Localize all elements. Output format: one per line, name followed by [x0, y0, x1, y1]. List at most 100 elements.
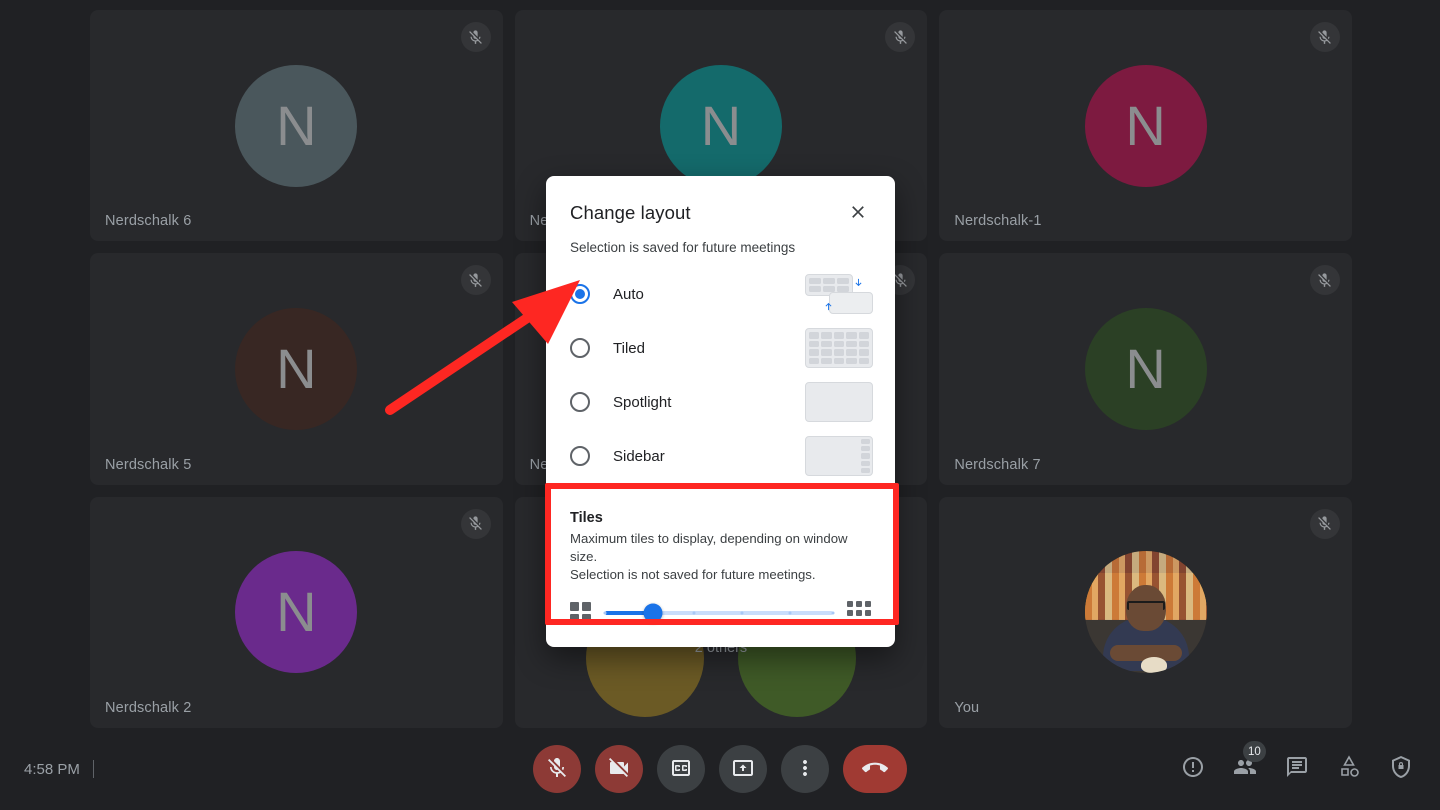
meta-divider	[93, 760, 94, 778]
sidebar-layout-preview-icon	[805, 436, 873, 476]
clock-label: 4:58 PM	[24, 761, 80, 778]
layout-option-tiled[interactable]: Tiled	[546, 321, 895, 375]
grid-small-icon[interactable]	[570, 602, 591, 623]
slider-tick	[832, 611, 835, 614]
slider-tick	[604, 611, 607, 614]
dialog-title: Change layout	[570, 202, 691, 224]
participant-tile[interactable]: N Nerdschalk-1	[939, 10, 1352, 241]
participant-name: You	[954, 700, 979, 716]
avatar: N	[235, 551, 357, 673]
slider-tick	[788, 611, 791, 614]
spotlight-layout-preview-icon	[805, 382, 873, 422]
mic-off-icon	[545, 756, 569, 783]
mic-off-icon	[461, 509, 491, 539]
layout-option-label: Spotlight	[613, 394, 805, 411]
present-screen-icon	[731, 756, 755, 783]
avatar: N	[660, 65, 782, 187]
auto-radio-button[interactable]	[570, 284, 590, 304]
slider-thumb[interactable]	[643, 603, 662, 622]
leave-call-button[interactable]	[843, 745, 907, 793]
tiles-description-line1: Maximum tiles to display, depending on w…	[570, 530, 871, 566]
mic-off-icon	[461, 22, 491, 52]
participant-name: Nerdschalk 2	[105, 700, 191, 716]
tiles-slider[interactable]	[605, 603, 833, 623]
tiles-slider-row	[570, 601, 871, 625]
meeting-details-button[interactable]	[1178, 754, 1208, 784]
slider-tick	[692, 611, 695, 614]
layout-option-auto[interactable]: Auto	[546, 267, 895, 321]
avatar-initial: N	[276, 341, 316, 397]
more-vert-icon	[793, 756, 817, 783]
layout-option-label: Auto	[613, 286, 805, 303]
tiled-radio-button[interactable]	[570, 338, 590, 358]
auto-layout-preview-icon	[805, 274, 873, 314]
mic-off-icon	[885, 22, 915, 52]
avatar: N	[235, 65, 357, 187]
meeting-meta: 4:58 PM	[24, 760, 94, 778]
close-icon	[848, 202, 868, 225]
close-dialog-button[interactable]	[845, 200, 871, 226]
participant-tile[interactable]: N Nerdschalk 2	[90, 497, 503, 728]
show-everyone-button[interactable]: 10	[1230, 754, 1260, 784]
participant-name: Nerdschalk 5	[105, 457, 191, 473]
avatar-initial: N	[276, 98, 316, 154]
info-icon	[1181, 755, 1205, 784]
layout-option-sidebar[interactable]: Sidebar	[546, 429, 895, 483]
sidebar-radio-button[interactable]	[570, 446, 590, 466]
present-screen-button[interactable]	[719, 745, 767, 793]
participant-tile[interactable]: N Nerdschalk 5	[90, 253, 503, 484]
activities-icon	[1337, 755, 1361, 784]
avatar-initial: N	[1125, 98, 1165, 154]
mic-off-icon	[1310, 509, 1340, 539]
chat-icon	[1285, 755, 1309, 784]
bottom-toolbar: 4:58 PM	[0, 728, 1440, 810]
avatar: N	[1085, 65, 1207, 187]
mic-off-icon	[461, 265, 491, 295]
layout-option-label: Tiled	[613, 340, 805, 357]
avatar-photo	[1085, 551, 1207, 673]
meeting-screen: N Nerdschalk 6 N Ne N Nerdschalk-1 N	[0, 0, 1440, 810]
avatar-initial: N	[1125, 341, 1165, 397]
tiled-layout-preview-icon	[805, 328, 873, 368]
tiles-description-line2: Selection is not saved for future meetin…	[570, 566, 871, 584]
camera-toggle-button[interactable]	[595, 745, 643, 793]
chat-button[interactable]	[1282, 754, 1312, 784]
people-count-badge: 10	[1243, 741, 1266, 762]
participant-tile[interactable]: N Nerdschalk 7	[939, 253, 1352, 484]
captions-toggle-button[interactable]	[657, 745, 705, 793]
tiles-section: Tiles Maximum tiles to display, dependin…	[546, 493, 895, 647]
closed-caption-icon	[669, 756, 693, 783]
shield-lock-icon	[1389, 755, 1413, 784]
grid-large-icon[interactable]	[847, 601, 871, 625]
photo-glasses	[1127, 601, 1165, 610]
activities-button[interactable]	[1334, 754, 1364, 784]
microphone-toggle-button[interactable]	[533, 745, 581, 793]
tiles-section-title: Tiles	[570, 510, 871, 526]
participant-name: Nerdschalk 7	[954, 457, 1040, 473]
call-end-icon	[862, 755, 888, 784]
dialog-subtitle: Selection is saved for future meetings	[546, 226, 895, 261]
more-options-button[interactable]	[781, 745, 829, 793]
camera-off-icon	[607, 756, 631, 783]
avatar-initial: N	[701, 98, 741, 154]
spotlight-radio-button[interactable]	[570, 392, 590, 412]
change-layout-dialog: Change layout Selection is saved for fut…	[546, 176, 895, 647]
mic-off-icon	[1310, 22, 1340, 52]
host-controls-button[interactable]	[1386, 754, 1416, 784]
right-toolbar: 10	[1178, 754, 1416, 784]
avatar: N	[235, 308, 357, 430]
slider-tick	[740, 611, 743, 614]
mic-off-icon	[1310, 265, 1340, 295]
layout-options-list: Auto	[546, 261, 895, 493]
layout-option-spotlight[interactable]: Spotlight	[546, 375, 895, 429]
avatar-initial: N	[276, 584, 316, 640]
participant-name: Nerdschalk-1	[954, 213, 1041, 229]
participant-tile[interactable]: N Nerdschalk 6	[90, 10, 503, 241]
self-view-tile[interactable]: You	[939, 497, 1352, 728]
avatar: N	[1085, 308, 1207, 430]
participant-name: Nerdschalk 6	[105, 213, 191, 229]
layout-option-label: Sidebar	[613, 448, 805, 465]
dialog-header: Change layout	[546, 200, 895, 226]
call-controls	[533, 745, 907, 793]
photo-bowl	[1141, 657, 1167, 673]
